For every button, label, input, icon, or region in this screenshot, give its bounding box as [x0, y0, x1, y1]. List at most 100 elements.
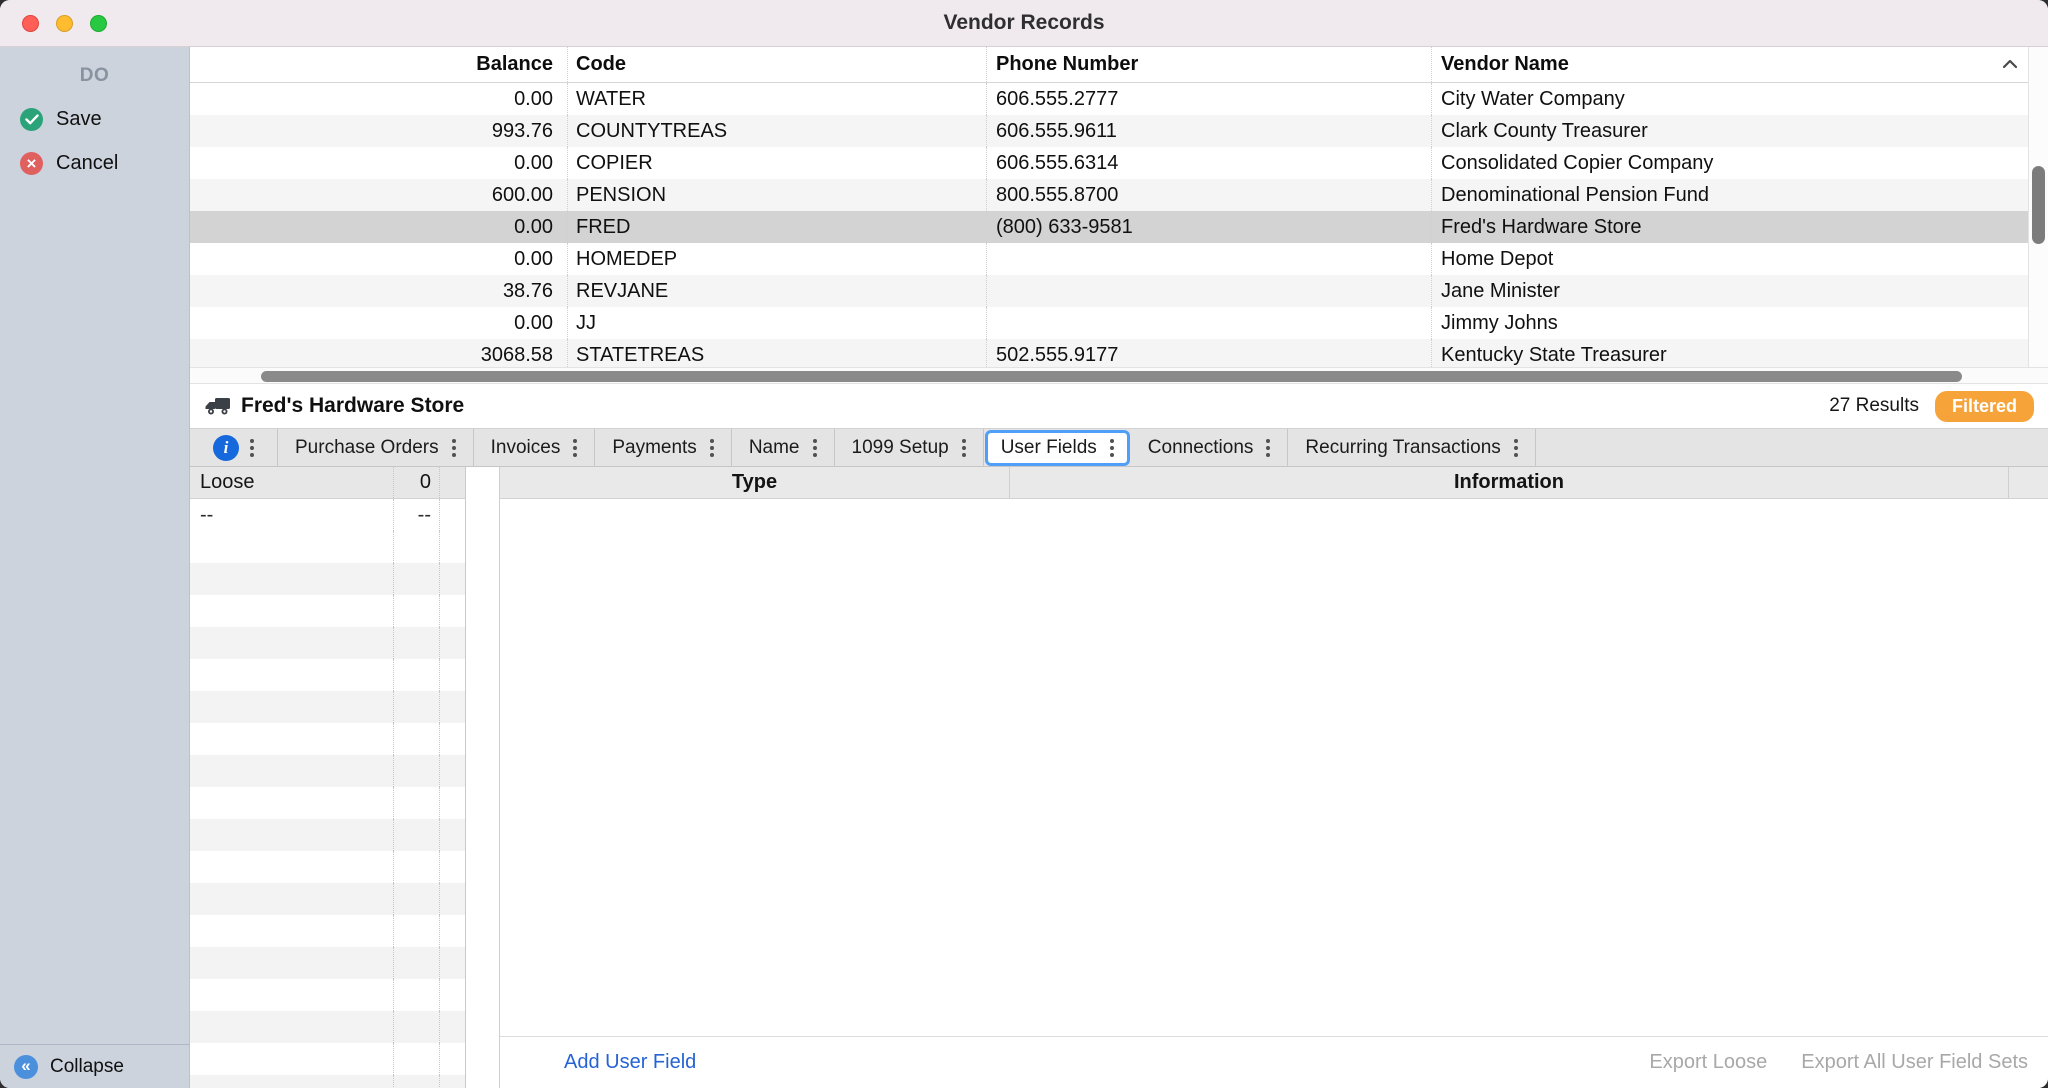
cell-phone: 502.555.9177 [986, 339, 1431, 367]
cell-balance: 600.00 [190, 179, 567, 211]
panel-splitter[interactable] [466, 467, 500, 1088]
vendor-records-window: Vendor Records DO Save × Cancel « Collap… [0, 0, 2048, 1088]
filtered-badge[interactable]: Filtered [1935, 391, 2034, 422]
horizontal-scrollbar-thumb[interactable] [261, 371, 1962, 382]
tab-payments[interactable]: Payments [595, 429, 731, 466]
tab-recurring-transactions[interactable]: Recurring Transactions [1288, 429, 1535, 466]
traffic-lights [22, 0, 107, 46]
cell-vendor-name: Jane Minister [1431, 275, 2028, 307]
cell-balance: 3068.58 [190, 339, 567, 367]
sidebar-section-label: DO [0, 65, 189, 87]
tab-info[interactable]: i [190, 429, 278, 466]
cell-code: STATETREAS [567, 339, 986, 367]
table-row[interactable]: 600.00 PENSION 800.555.8700 Denomination… [190, 179, 2028, 211]
collapse-chevrons-icon: « [14, 1055, 38, 1079]
close-button[interactable] [22, 15, 39, 32]
user-fields-table-header: Type Information [500, 467, 2048, 499]
tab-label: Payments [612, 437, 696, 459]
add-user-field-button[interactable]: Add User Field [564, 1051, 696, 1074]
tab-menu-dots-icon[interactable] [1266, 439, 1270, 457]
export-loose-button[interactable]: Export Loose [1649, 1051, 1767, 1074]
loose-panel: Loose 0 -- -- [190, 467, 466, 1088]
cell-vendor-name: Kentucky State Treasurer [1431, 339, 2028, 367]
horizontal-scrollbar[interactable] [190, 367, 2048, 384]
cell-phone: 800.555.8700 [986, 179, 1431, 211]
cell-vendor-name: City Water Company [1431, 83, 2028, 115]
sidebar: DO Save × Cancel « Collapse [0, 47, 190, 1088]
loose-item-name: -- [190, 499, 393, 531]
cell-code: COUNTYTREAS [567, 115, 986, 147]
loose-item-value: -- [393, 499, 439, 531]
vendor-table: Balance Code Phone Number Vendor Name 0.… [190, 47, 2048, 384]
cell-phone: 606.555.6314 [986, 147, 1431, 179]
column-header-code[interactable]: Code [567, 47, 986, 82]
tab-purchase-orders[interactable]: Purchase Orders [278, 429, 474, 466]
collapse-label: Collapse [50, 1056, 124, 1078]
tab-menu-dots-icon[interactable] [573, 439, 577, 457]
truck-icon [204, 397, 231, 416]
cell-vendor-name: Home Depot [1431, 243, 2028, 275]
tab-bar: i Purchase Orders Invoices Payments Name [190, 428, 2048, 467]
vendor-table-body: 0.00 WATER 606.555.2777 City Water Compa… [190, 83, 2028, 367]
cell-code: PENSION [567, 179, 986, 211]
cell-vendor-name: Fred's Hardware Store [1431, 211, 2028, 243]
zoom-button[interactable] [90, 15, 107, 32]
tab-label: Connections [1148, 437, 1254, 459]
tab-label: Purchase Orders [295, 437, 439, 459]
table-row[interactable]: 0.00 WATER 606.555.2777 City Water Compa… [190, 83, 2028, 115]
cell-vendor-name: Consolidated Copier Company [1431, 147, 2028, 179]
loose-list-item[interactable]: -- -- [190, 499, 465, 531]
tab-label: User Fields [1001, 437, 1097, 459]
tab-label: Name [749, 437, 800, 459]
tab-name[interactable]: Name [732, 429, 835, 466]
window-title: Vendor Records [943, 11, 1104, 35]
tab-label: Invoices [491, 437, 561, 459]
save-check-icon [20, 108, 43, 131]
table-row[interactable]: 993.76 COUNTYTREAS 606.555.9611 Clark Co… [190, 115, 2028, 147]
column-header-information: Information [1009, 467, 2008, 498]
cancel-x-icon: × [20, 152, 43, 175]
tab-user-fields[interactable]: User Fields [985, 430, 1130, 466]
cell-vendor-name: Clark County Treasurer [1431, 115, 2028, 147]
tab-menu-dots-icon[interactable] [1110, 439, 1114, 457]
tab-label: Recurring Transactions [1305, 437, 1500, 459]
cell-code: HOMEDEP [567, 243, 986, 275]
table-row[interactable]: 0.00 HOMEDEP Home Depot [190, 243, 2028, 275]
tab-1099-setup[interactable]: 1099 Setup [835, 429, 984, 466]
vendor-table-header: Balance Code Phone Number Vendor Name [190, 47, 2048, 83]
user-fields-panel: Type Information Add User Field Export L… [500, 467, 2048, 1088]
sort-ascending-icon [2002, 56, 2018, 74]
export-all-user-field-sets-button[interactable]: Export All User Field Sets [1801, 1051, 2028, 1074]
tab-menu-dots-icon[interactable] [962, 439, 966, 457]
vertical-scrollbar-thumb[interactable] [2032, 166, 2045, 244]
tab-menu-dots-icon[interactable] [250, 439, 254, 457]
tab-menu-dots-icon[interactable] [452, 439, 456, 457]
column-header-balance[interactable]: Balance [190, 47, 567, 82]
save-label: Save [56, 108, 102, 131]
info-icon[interactable]: i [213, 435, 239, 461]
table-row[interactable]: 0.00 COPIER 606.555.6314 Consolidated Co… [190, 147, 2028, 179]
table-row[interactable]: 0.00 JJ Jimmy Johns [190, 307, 2028, 339]
tab-invoices[interactable]: Invoices [474, 429, 596, 466]
cell-phone: 606.555.2777 [986, 83, 1431, 115]
cell-phone: 606.555.9611 [986, 115, 1431, 147]
table-row[interactable]: 38.76 REVJANE Jane Minister [190, 275, 2028, 307]
cell-balance: 38.76 [190, 275, 567, 307]
tab-menu-dots-icon[interactable] [710, 439, 714, 457]
tab-connections[interactable]: Connections [1131, 429, 1289, 466]
table-row[interactable]: 3068.58 STATETREAS 502.555.9177 Kentucky… [190, 339, 2028, 367]
tab-menu-dots-icon[interactable] [1514, 439, 1518, 457]
tab-menu-dots-icon[interactable] [813, 439, 817, 457]
cell-code: WATER [567, 83, 986, 115]
column-header-vendor-name[interactable]: Vendor Name [1431, 47, 2028, 82]
column-header-type: Type [500, 467, 1009, 498]
table-row-selected[interactable]: 0.00 FRED (800) 633-9581 Fred's Hardware… [190, 211, 2028, 243]
loose-header-gutter [439, 467, 465, 498]
minimize-button[interactable] [56, 15, 73, 32]
detail-header: Fred's Hardware Store 27 Results Filtere… [190, 384, 2048, 428]
collapse-button[interactable]: « Collapse [0, 1044, 189, 1088]
vertical-scrollbar[interactable] [2028, 47, 2048, 367]
column-header-phone[interactable]: Phone Number [986, 47, 1431, 82]
cancel-button[interactable]: × Cancel [0, 152, 189, 175]
save-button[interactable]: Save [0, 108, 189, 131]
